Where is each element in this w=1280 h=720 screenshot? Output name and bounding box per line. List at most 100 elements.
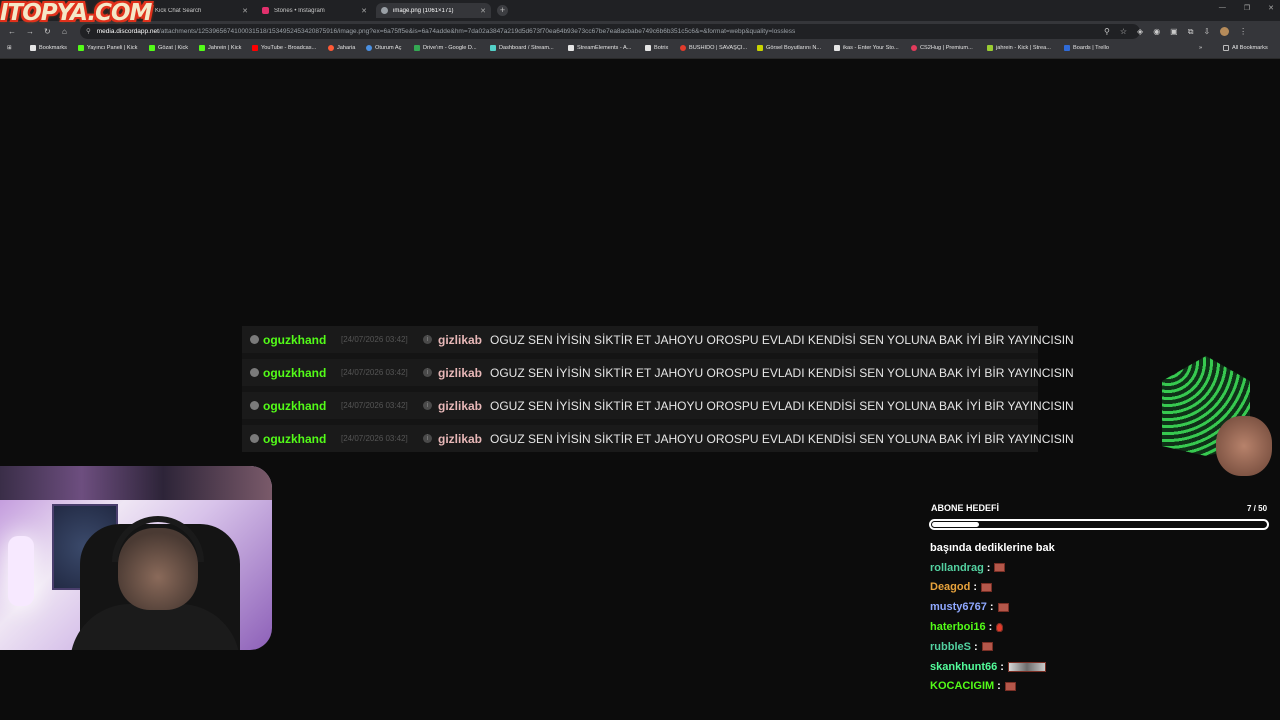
info-icon: i: [423, 368, 432, 377]
brick-emote-icon: [997, 602, 1009, 612]
bookmark-item[interactable]: BUSHIDO | SAVAŞÇI...: [680, 45, 747, 51]
bookmark-label: Görsel Boyutlarını N...: [766, 45, 822, 51]
youtube-icon: [252, 45, 258, 51]
brick-emote-icon: [981, 642, 993, 652]
bookmark-item[interactable]: Yayıncı Paneli | Kick: [78, 45, 137, 51]
all-bookmarks[interactable]: All Bookmarks: [1223, 45, 1268, 51]
kick-icon: [149, 45, 155, 51]
tab-image[interactable]: image.png (1061×171) ✕: [376, 3, 491, 18]
bookmark-label: ikas - Enter Your Sto...: [843, 45, 899, 51]
extension-icon[interactable]: ◉: [1153, 27, 1160, 37]
bookmark-item[interactable]: Bookmarks: [30, 45, 67, 51]
zoom-icon[interactable]: ⚲: [1104, 27, 1110, 37]
chevron-right-icon[interactable]: »: [1199, 45, 1202, 51]
reload-icon[interactable]: ↻: [44, 27, 51, 36]
chat-message: OGUZ SEN İYİSİN SİKTİR ET JAHOYU OROSPU …: [490, 365, 1074, 380]
extension-icon[interactable]: ◈: [1137, 27, 1143, 37]
profile-avatar[interactable]: [1220, 27, 1230, 36]
chat-line: rollandrag:: [930, 558, 1270, 578]
back-icon[interactable]: ←: [8, 27, 16, 36]
kick-icon: [78, 45, 84, 51]
chat-separator: :: [986, 561, 991, 574]
bookmark-item[interactable]: Drive'ım - Google D...: [414, 45, 477, 51]
bookmark-item[interactable]: Dashboard / Stream...: [490, 45, 554, 51]
close-icon[interactable]: ✕: [242, 7, 248, 15]
instagram-icon: [262, 7, 269, 14]
extensions-puzzle-icon[interactable]: ⧉: [1188, 27, 1194, 37]
tab-title: Stories • Instagram: [274, 7, 325, 14]
chat-username: oguzkhand: [263, 398, 327, 413]
chat-line: musty6767:: [930, 597, 1270, 617]
sub-goal-progress-fill: [932, 522, 979, 527]
user-badge-icon: [250, 434, 259, 443]
bookmark-item[interactable]: CS2Hug | Premium...: [911, 45, 973, 51]
chat-target-user: gizlikab: [438, 365, 483, 380]
chat-username: musty6767: [930, 601, 987, 614]
brick-emote-icon: [981, 582, 993, 592]
chat-separator: :: [989, 601, 994, 614]
bookmark-label: Gözat | Kick: [158, 45, 189, 51]
chat-separator: :: [997, 680, 1001, 693]
bookmark-item[interactable]: Görsel Boyutlarını N...: [757, 45, 821, 51]
close-window-icon[interactable]: ✕: [1268, 4, 1274, 12]
bookmark-item[interactable]: Boards | Trello: [1064, 45, 1109, 51]
chart-icon: [987, 45, 993, 51]
bookmark-item[interactable]: Gözat | Kick: [149, 45, 188, 51]
restore-icon[interactable]: ❐: [1244, 4, 1250, 12]
forward-icon[interactable]: →: [26, 27, 34, 36]
tab-instagram[interactable]: Stories • Instagram ✕: [257, 3, 372, 18]
bookmark-label: All Bookmarks: [1232, 45, 1268, 51]
chat-separator: :: [988, 621, 993, 634]
minimize-icon[interactable]: —: [1219, 4, 1226, 12]
bookmark-label: Oturum Aç: [375, 45, 402, 51]
bookmark-label: StreamElements - A...: [577, 45, 632, 51]
chat-message: başında dediklerine bak: [930, 541, 1055, 554]
red-emote-icon: [996, 622, 1004, 632]
bookmark-item[interactable]: Botrix: [645, 45, 668, 51]
download-icon[interactable]: ⇩: [1203, 27, 1210, 37]
bookmark-item[interactable]: Oturum Aç: [366, 45, 401, 51]
url-path: /attachments/1253965674100031518/1534952…: [158, 28, 796, 35]
close-icon[interactable]: ✕: [361, 7, 367, 15]
brick-emote-icon: [994, 563, 1006, 573]
menu-icon[interactable]: ⋮: [1239, 27, 1247, 37]
bookmark-label: Yayıncı Paneli | Kick: [87, 45, 138, 51]
site-info-icon[interactable]: ⚲: [86, 24, 91, 39]
chat-row: oguzkhand [24/07/2026 03:42] i gizlikab …: [242, 392, 1074, 419]
info-icon: i: [423, 401, 432, 410]
brick-emote-icon: [1004, 681, 1016, 691]
chat-message: OGUZ SEN İYİSİN SİKTİR ET JAHOYU OROSPU …: [490, 332, 1074, 347]
new-tab-button[interactable]: +: [497, 5, 508, 16]
chat-timestamp: [24/07/2026 03:42]: [341, 335, 408, 344]
tab-kick-chat-search[interactable]: Kick Chat Search ✕: [138, 3, 253, 18]
bookmark-item[interactable]: jahrein - Kick | Strea...: [987, 45, 1051, 51]
apps-grid-icon[interactable]: ⊞: [7, 45, 12, 51]
chat-separator: :: [973, 581, 978, 594]
kick-icon: [199, 45, 205, 51]
chat-line: başında dediklerine bak: [930, 538, 1270, 558]
bookmark-label: CS2Hug | Premium...: [920, 45, 973, 51]
pen-icon: [834, 45, 840, 51]
bookmark-item[interactable]: ikas - Enter Your Sto...: [834, 45, 899, 51]
user-badge-icon: [250, 368, 259, 377]
bookmark-star-icon[interactable]: ☆: [1120, 27, 1127, 37]
close-icon[interactable]: ✕: [480, 7, 486, 15]
window-controls: — ❐ ✕: [1219, 4, 1274, 12]
bookmark-item[interactable]: Jaharia: [328, 45, 355, 51]
extension-icon[interactable]: ▣: [1170, 27, 1178, 37]
globe-icon: [381, 7, 388, 14]
chat-separator: :: [973, 640, 978, 653]
dashboard-icon: [490, 45, 496, 51]
home-icon[interactable]: ⌂: [62, 27, 67, 36]
wide-emote-icon: [1007, 661, 1046, 672]
chat-line: KOCACIGIM:: [930, 677, 1270, 697]
chat-target-user: gizlikab: [438, 398, 483, 413]
url-input[interactable]: ⚲ media.discordapp.net/attachments/125396…: [80, 24, 1140, 39]
alert-face-graphic: [1216, 416, 1272, 476]
tab-title: image.png (1061×171): [393, 7, 454, 14]
bookmark-item[interactable]: YouTube - Broadcas...: [252, 45, 316, 51]
bookmark-item[interactable]: Jahrein | Kick: [199, 45, 241, 51]
alert-animation: [1158, 352, 1272, 476]
bookmark-item[interactable]: StreamElements - A...: [568, 45, 631, 51]
chat-username: haterboi16: [930, 621, 986, 634]
